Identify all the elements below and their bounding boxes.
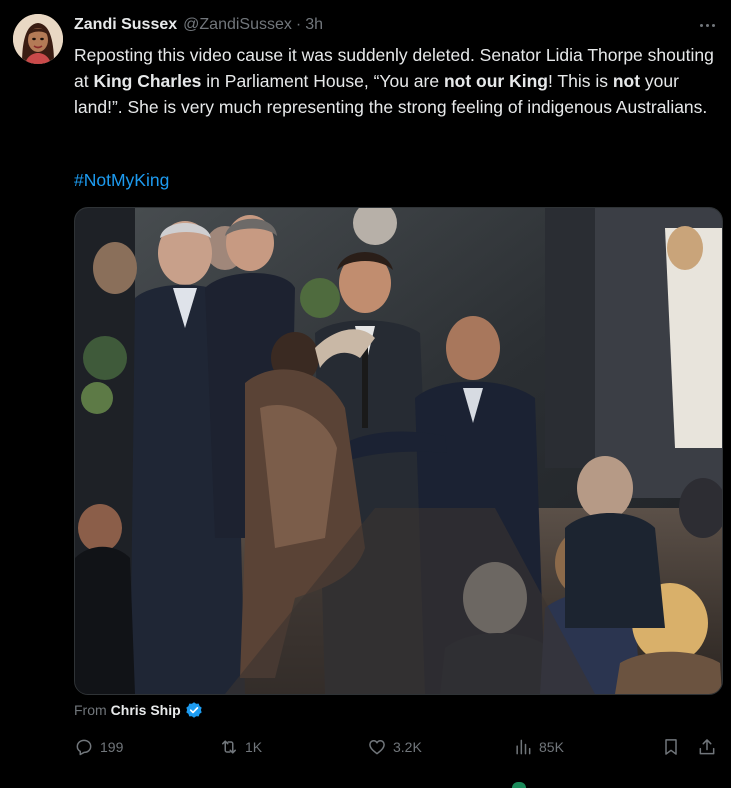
verified-badge-icon	[185, 702, 202, 718]
media-attribution: From Chris Ship	[74, 699, 203, 721]
views-count: 85K	[539, 739, 564, 755]
tweet-text-bold: not	[612, 71, 641, 91]
repost-count: 1K	[245, 739, 263, 755]
video-frame	[75, 208, 722, 694]
tweet-text-bold: not our King	[443, 71, 548, 91]
tweet-text-segment: in Parliament House, “You are	[201, 71, 444, 91]
author-display-name[interactable]: Zandi Sussex	[74, 16, 177, 34]
views-chart-icon	[516, 739, 531, 755]
like-count: 3.2K	[393, 739, 422, 755]
avatar-image	[13, 14, 63, 64]
avatar[interactable]	[13, 14, 63, 64]
reply-count: 199	[100, 739, 124, 755]
tweet-text-segment: ! This is	[547, 71, 613, 91]
separator-dot: ·	[295, 16, 302, 33]
tweet-timestamp[interactable]: 3h	[305, 16, 323, 34]
attribution-prefix: From	[74, 702, 107, 718]
bookmark-icon	[665, 739, 677, 755]
attribution-name[interactable]: Chris Ship	[111, 702, 181, 718]
reply-button[interactable]: 199	[74, 733, 123, 761]
hashtag-link[interactable]: #NotMyKing	[74, 167, 169, 193]
like-button[interactable]: 3.2K	[367, 733, 422, 761]
tweet-card[interactable]: Zandi Sussex @ZandiSussex · 3h Reposting…	[0, 0, 731, 788]
video-media[interactable]	[74, 207, 723, 695]
tweet-body: Reposting this video cause it was sudden…	[74, 42, 714, 120]
tweet-text-bold: King Charles	[93, 71, 202, 91]
author-handle[interactable]: @ZandiSussex	[183, 16, 292, 34]
repost-icon	[222, 740, 236, 754]
more-options-button[interactable]	[692, 12, 722, 38]
heart-icon	[369, 740, 385, 755]
share-button[interactable]	[697, 733, 723, 761]
bottom-divider	[0, 782, 731, 788]
views-button[interactable]: 85K	[513, 733, 564, 761]
action-bar: 199 1K 3.2K 85K	[0, 733, 731, 761]
tweet-header: Zandi Sussex @ZandiSussex · 3h	[74, 16, 323, 38]
floating-indicator	[512, 782, 526, 788]
reply-icon	[76, 739, 92, 756]
more-dots-icon	[698, 23, 716, 27]
bookmark-button[interactable]	[661, 733, 687, 761]
share-icon	[699, 739, 715, 755]
repost-button[interactable]: 1K	[219, 733, 262, 761]
